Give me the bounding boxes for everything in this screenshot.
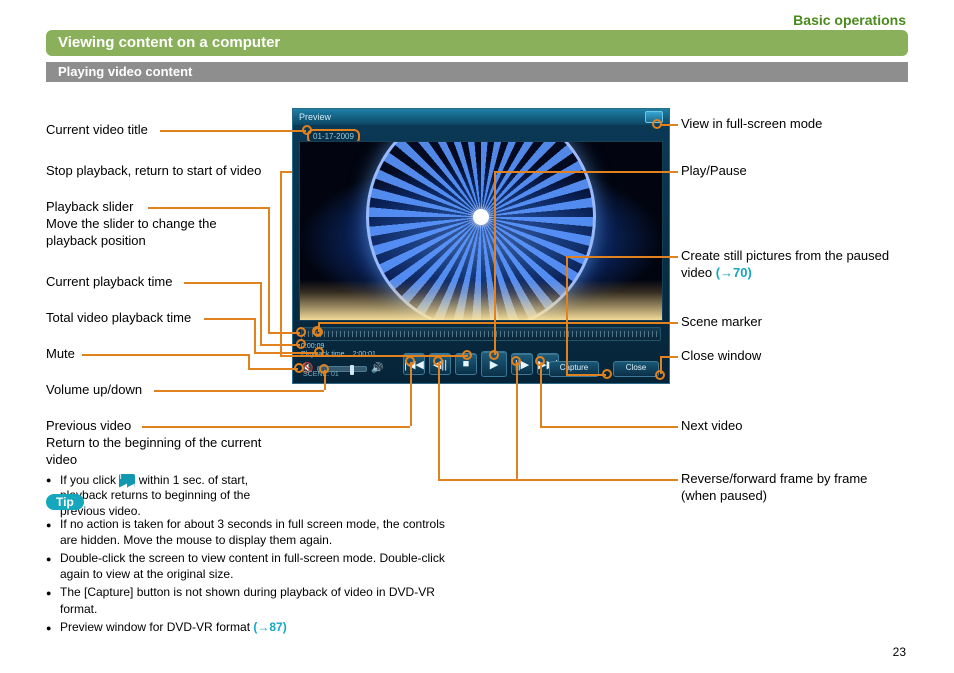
callout-prev-head: Previous video [46,418,131,433]
callout-current-title: Current video title [46,122,148,139]
page-number: 23 [893,645,906,659]
callout-frames: Reverse/forward frame by frame (when pau… [681,471,901,505]
page-title: Viewing content on a computer [46,30,908,56]
transport-controls: |◀◀ ◀|| ■ ▶ ||▶ ▶▶| [403,353,559,377]
scene-marker-indicator [312,326,322,336]
tip-item: Preview window for DVD-VR format (→87) [46,619,446,635]
callout-still: Create still pictures from the paused vi… [681,248,911,282]
callout-next: Next video [681,418,742,435]
link-page-70[interactable]: (→70) [716,265,752,280]
tip-item-text: Preview window for DVD-VR format [60,620,253,634]
callout-slider-desc: Move the slider to change the playback p… [46,216,217,248]
tip-badge: Tip [46,494,84,510]
scene-label: SCENE: 01 [303,371,339,378]
callout-still-text: Create still pictures from the paused vi… [681,248,889,280]
link-page-87[interactable]: (→87) [253,620,286,634]
close-button[interactable]: Close [613,361,659,377]
callout-stop: Stop playback, return to start of video [46,163,261,180]
tip-item: Double-click the screen to view content … [46,550,446,582]
inline-prev-icon: |◀◀ [119,474,135,488]
volume-icon[interactable]: 🔊 [371,363,383,375]
total-time-row: Playback time 2:00:01 [301,351,376,358]
total-playback-time: 2:00:01 [353,351,376,358]
current-playback-time: 0:00:09 [301,343,324,350]
callout-close: Close window [681,348,761,365]
callout-total-time: Total video playback time [46,310,191,327]
callout-playpause: Play/Pause [681,163,747,180]
section-subtitle: Playing video content [46,62,908,82]
tips-section: Tip If no action is taken for about 3 se… [46,494,446,637]
play-pause-button[interactable]: ▶ [481,351,507,377]
capture-button[interactable]: Capture [549,361,599,377]
frame-back-button[interactable]: ◀|| [429,353,451,375]
playback-slider[interactable] [301,327,661,341]
total-time-label: Playback time [301,351,345,358]
callout-fullscreen: View in full-screen mode [681,116,822,133]
callout-slider-head: Playback slider [46,199,133,214]
callout-volume: Volume up/down [46,382,142,399]
fullscreen-icon[interactable] [645,111,663,123]
preview-window: Preview 01-17-2009 0:00:09 Playback time… [292,108,670,384]
image-foreground [300,280,662,320]
callout-prev-note-a: If you click [60,473,119,487]
frame-forward-button[interactable]: ||▶ [511,353,533,375]
video-area[interactable] [299,141,663,321]
preview-header: Preview [293,109,669,125]
callout-mute: Mute [46,346,75,363]
callout-scene: Scene marker [681,314,762,331]
breadcrumb: Basic operations [793,12,906,28]
callout-prev-desc: Return to the beginning of the current v… [46,435,261,467]
callout-cur-time: Current playback time [46,274,172,291]
tip-item: The [Capture] button is not shown during… [46,584,446,616]
tip-item: If no action is taken for about 3 second… [46,516,446,548]
callout-slider: Playback slider Move the slider to chang… [46,199,256,250]
previous-button[interactable]: |◀◀ [403,353,425,375]
stop-button[interactable]: ■ [455,353,477,375]
time-row: 0:00:09 [301,343,324,350]
preview-header-label: Preview [299,112,331,122]
